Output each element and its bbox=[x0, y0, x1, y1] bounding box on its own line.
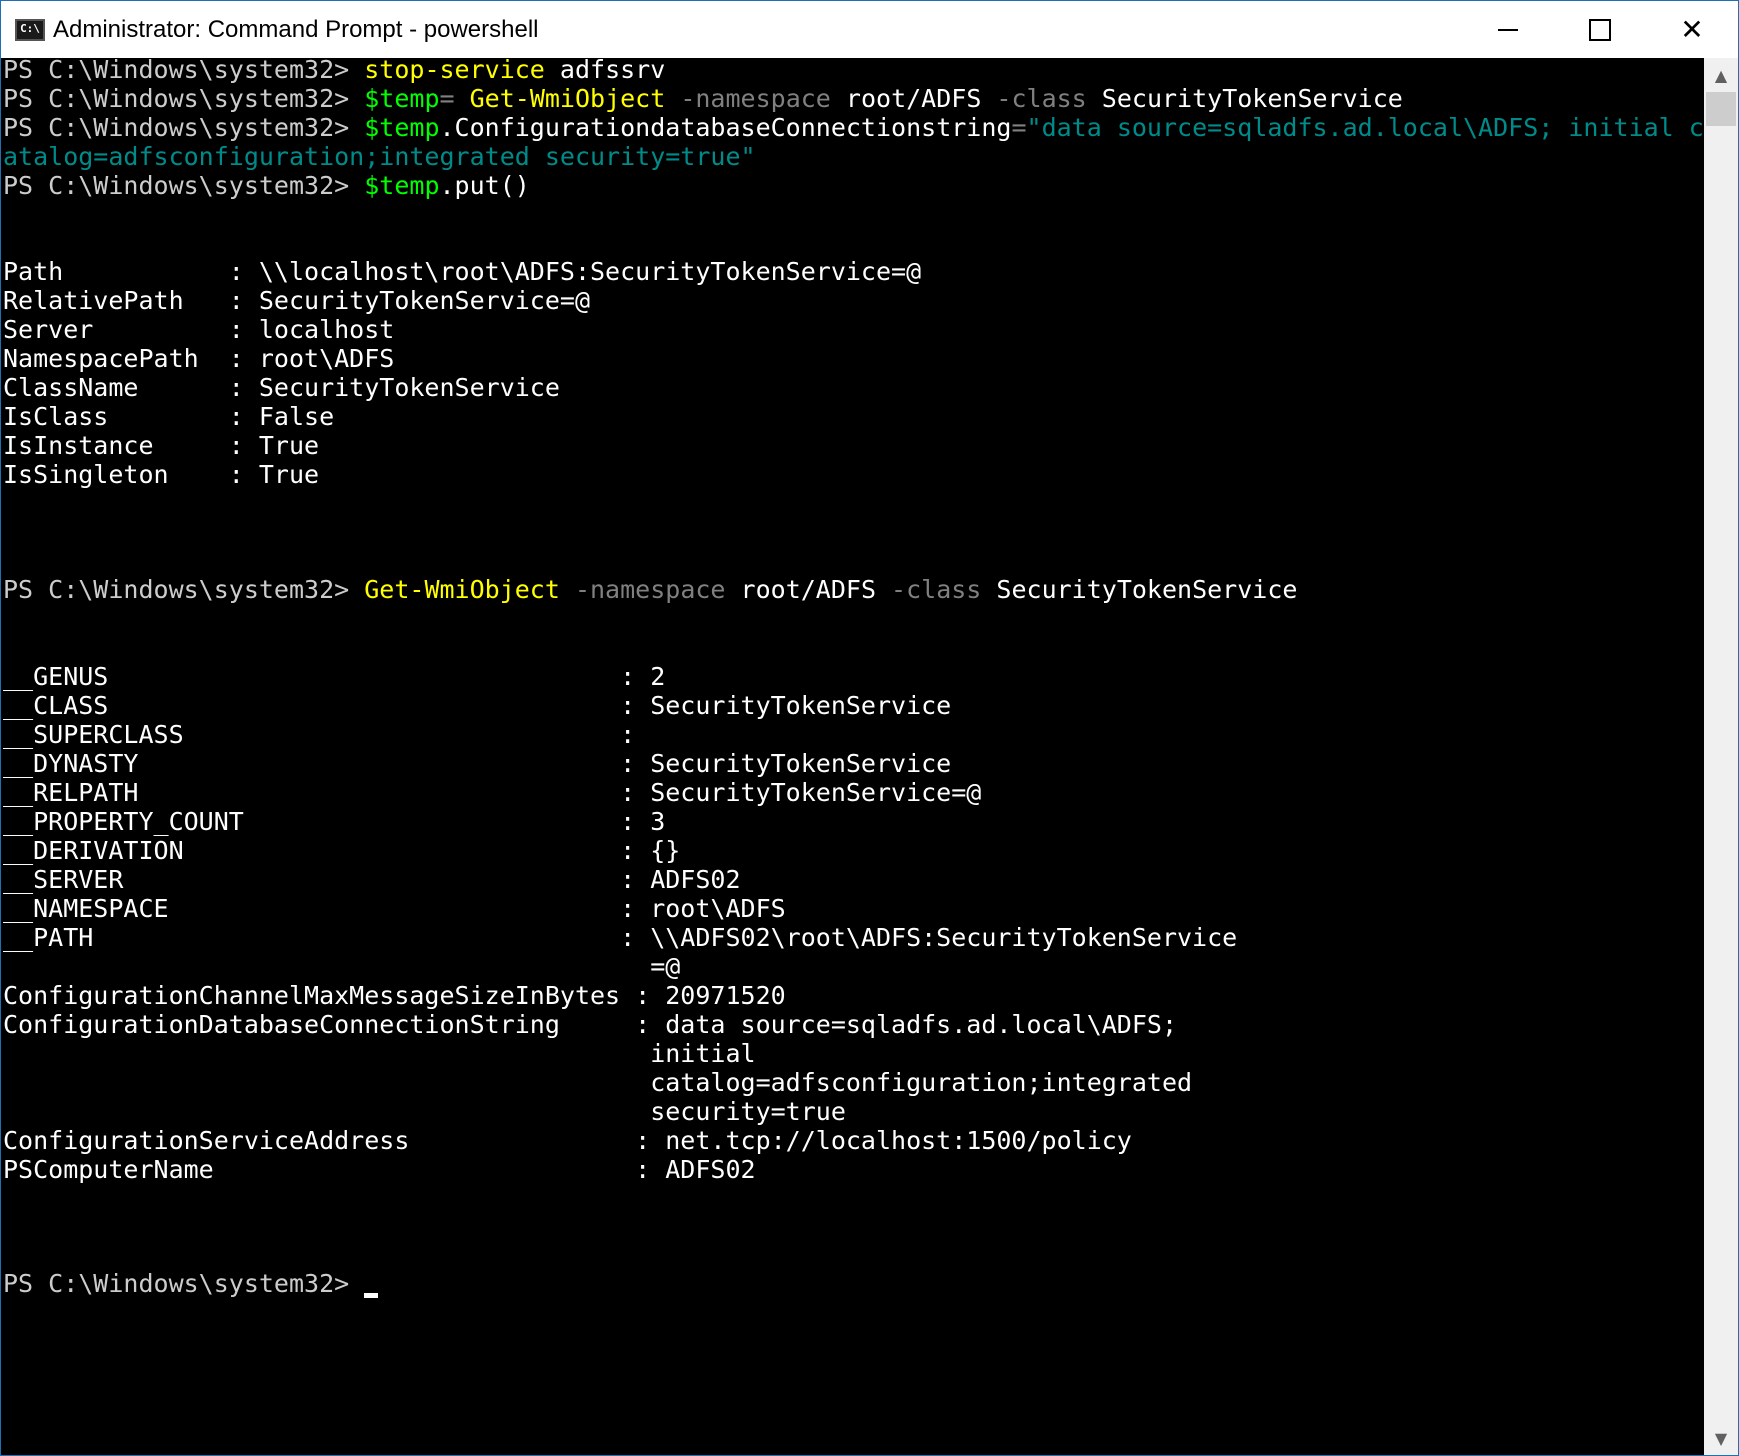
member: .put() bbox=[439, 171, 530, 200]
prompt: PS C:\Windows\system32> bbox=[3, 1269, 365, 1298]
console-line: PS C:\Windows\system32> $temp.put() bbox=[3, 170, 530, 202]
text-cursor bbox=[364, 1293, 379, 1298]
prompt: PS C:\Windows\system32> bbox=[3, 113, 365, 142]
variable: $temp bbox=[364, 171, 440, 200]
scrollbar-thumb[interactable] bbox=[1706, 92, 1736, 126]
console-line: PS C:\Windows\system32> Get-WmiObject -n… bbox=[3, 574, 1297, 606]
close-icon: ✕ bbox=[1680, 13, 1704, 46]
minimize-button[interactable] bbox=[1462, 1, 1554, 58]
variable: $temp bbox=[364, 113, 440, 142]
chevron-up-icon: ▲ bbox=[1714, 65, 1728, 85]
console-line: PS C:\Windows\system32> stop-service adf… bbox=[3, 58, 665, 86]
maximize-button[interactable] bbox=[1554, 1, 1646, 58]
argument: root/ADFS bbox=[725, 575, 876, 604]
parameter: -class bbox=[876, 575, 982, 604]
string-literal: atalog=adfsconfiguration;integrated secu… bbox=[3, 142, 756, 171]
close-button[interactable]: ✕ bbox=[1646, 1, 1738, 58]
argument: adfssrv bbox=[544, 58, 666, 84]
output-line: NamespacePath : root\ADFS bbox=[3, 344, 395, 373]
scroll-up-button[interactable]: ▲ bbox=[1704, 58, 1738, 92]
chevron-down-icon: ▼ bbox=[1714, 1428, 1728, 1448]
output-line: __SERVER : ADFS02 bbox=[3, 865, 741, 894]
operator: = bbox=[1011, 113, 1027, 142]
output-line: __PROPERTY_COUNT : 3 bbox=[3, 807, 666, 836]
output-line: IsInstance : True bbox=[3, 431, 320, 460]
output-line: IsClass : False bbox=[3, 402, 335, 431]
member: .ConfigurationdatabaseConnectionstring bbox=[439, 113, 1012, 142]
output-line: __DERIVATION : {} bbox=[3, 836, 681, 865]
output-line: __PATH : \\ADFS02\root\ADFS:SecurityToke… bbox=[3, 923, 1238, 952]
output-line: __GENUS : 2 bbox=[3, 662, 666, 691]
output-line: PSComputerName : ADFS02 bbox=[3, 1155, 756, 1184]
operator: = bbox=[439, 84, 470, 113]
output-line: __SUPERCLASS : bbox=[3, 720, 636, 749]
output-line: ConfigurationDatabaseConnectionString : … bbox=[3, 1010, 1177, 1039]
parameter: -class bbox=[981, 84, 1087, 113]
output-line: ConfigurationServiceAddress : net.tcp://… bbox=[3, 1126, 1132, 1155]
command-prompt-icon[interactable]: C:\ bbox=[15, 18, 45, 41]
cmdlet: Get-WmiObject bbox=[364, 575, 560, 604]
window-title: Administrator: Command Prompt - powershe… bbox=[53, 15, 539, 43]
console-line: PS C:\Windows\system32> bbox=[3, 1268, 379, 1300]
output-line: ConfigurationChannelMaxMessageSizeInByte… bbox=[3, 981, 786, 1010]
output-line: __CLASS : SecurityTokenService bbox=[3, 691, 952, 720]
output-line: catalog=adfsconfiguration;integrated bbox=[3, 1068, 1193, 1097]
maximize-icon bbox=[1589, 18, 1611, 41]
output-line: __RELPATH : SecurityTokenService=@ bbox=[3, 778, 982, 807]
output-line: Path : \\localhost\root\ADFS:SecurityTok… bbox=[3, 257, 922, 286]
output-line: ClassName : SecurityTokenService bbox=[3, 373, 560, 402]
output-line: Server : localhost bbox=[3, 315, 395, 344]
title-bar[interactable]: C:\ Administrator: Command Prompt - powe… bbox=[1, 1, 1738, 58]
output-line: security=true bbox=[3, 1097, 846, 1126]
output-line: =@ bbox=[3, 952, 681, 981]
cmdlet: stop-service bbox=[364, 58, 545, 84]
console-window: C:\ Administrator: Command Prompt - powe… bbox=[0, 0, 1739, 1456]
argument: root/ADFS bbox=[830, 84, 982, 113]
variable: $temp bbox=[364, 84, 440, 113]
console-line: PS C:\Windows\system32> $temp.Configurat… bbox=[3, 112, 1704, 144]
prompt: PS C:\Windows\system32> bbox=[3, 84, 365, 113]
prompt: PS C:\Windows\system32> bbox=[3, 171, 365, 200]
output-line: RelativePath : SecurityTokenService=@ bbox=[3, 286, 590, 315]
argument: SecurityTokenService bbox=[1086, 84, 1403, 113]
console-line: PS C:\Windows\system32> $temp= Get-WmiOb… bbox=[3, 83, 1403, 115]
parameter: -namespace bbox=[559, 575, 726, 604]
cmdlet: Get-WmiObject bbox=[469, 84, 666, 113]
parameter: -namespace bbox=[665, 84, 831, 113]
console-output[interactable]: PS C:\Windows\system32> stop-service adf… bbox=[1, 58, 1704, 1455]
vertical-scrollbar[interactable]: ▲ ▼ bbox=[1704, 58, 1738, 1455]
minimize-icon bbox=[1498, 28, 1518, 31]
scroll-down-button[interactable]: ▼ bbox=[1704, 1421, 1738, 1455]
prompt: PS C:\Windows\system32> bbox=[3, 58, 365, 84]
output-line: __NAMESPACE : root\ADFS bbox=[3, 894, 786, 923]
output-line: initial bbox=[3, 1039, 756, 1068]
window-controls: ✕ bbox=[1462, 1, 1738, 58]
output-line: __DYNASTY : SecurityTokenService bbox=[3, 749, 952, 778]
string-literal: "data source=sqladfs.ad.local\ADFS; init… bbox=[1026, 113, 1704, 142]
output-line: IsSingleton : True bbox=[3, 460, 320, 489]
console-line: atalog=adfsconfiguration;integrated secu… bbox=[3, 141, 756, 173]
argument: SecurityTokenService bbox=[981, 575, 1298, 604]
prompt: PS C:\Windows\system32> bbox=[3, 575, 365, 604]
